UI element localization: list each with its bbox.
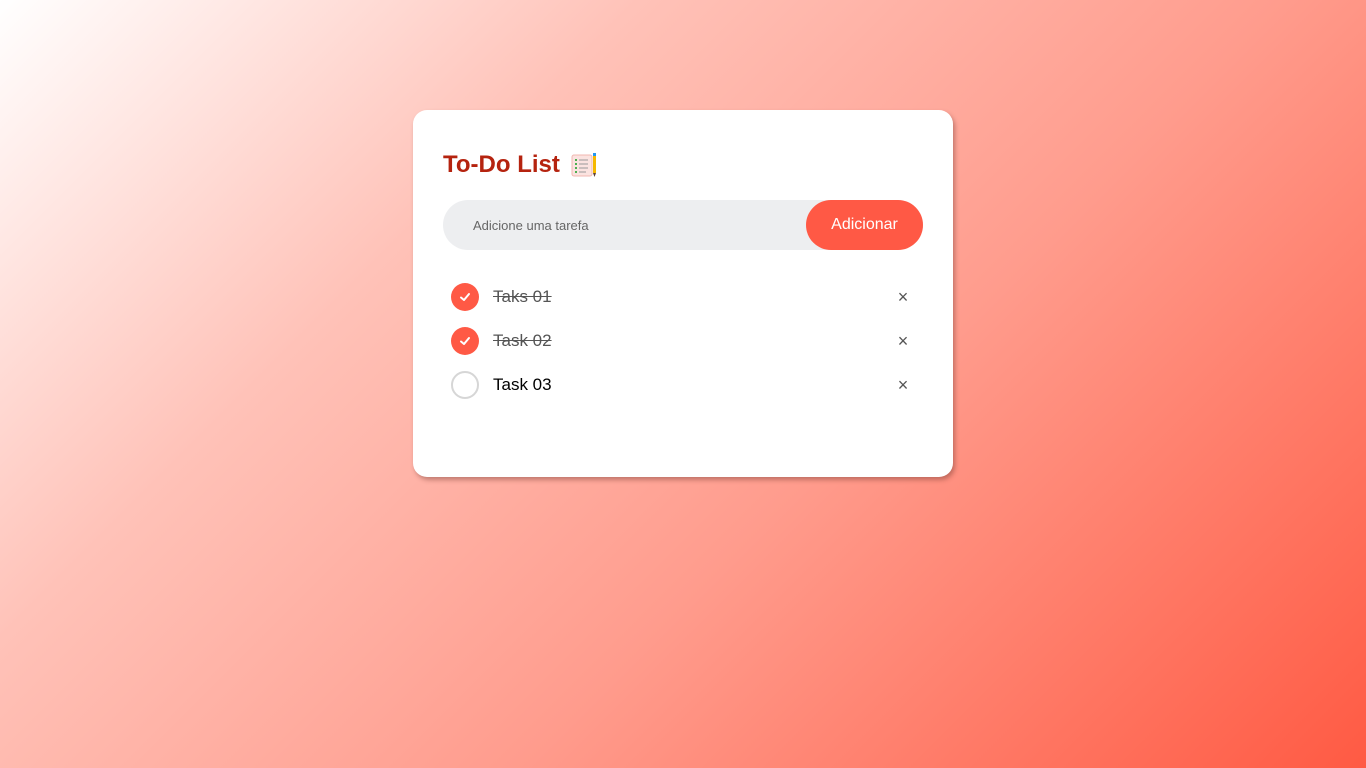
task-label: Taks 01 <box>493 287 552 306</box>
task-label: Task 03 <box>493 375 552 394</box>
task-label: Task 02 <box>493 331 552 350</box>
add-task-row: Adicionar <box>443 199 923 251</box>
task-list: Taks 01 × Task 02 × Task 03 × <box>443 275 923 407</box>
add-task-button[interactable]: Adicionar <box>806 200 923 250</box>
remove-task-button[interactable]: × <box>891 373 915 397</box>
page-title: To-Do List <box>443 151 560 178</box>
close-icon: × <box>897 286 909 307</box>
todo-card: To-Do List Adicionar <box>413 110 953 477</box>
checkbox-checked[interactable] <box>451 327 479 355</box>
close-icon: × <box>897 374 909 395</box>
check-icon <box>460 293 470 301</box>
check-icon <box>460 337 470 345</box>
close-icon: × <box>897 330 909 351</box>
task-item[interactable]: Taks 01 × <box>443 275 923 319</box>
checkbox-checked[interactable] <box>451 283 479 311</box>
notepad-icon <box>570 152 598 178</box>
task-item[interactable]: Task 03 × <box>443 363 923 407</box>
checkbox-unchecked[interactable] <box>451 371 479 399</box>
title-row: To-Do List <box>443 150 923 180</box>
remove-task-button[interactable]: × <box>891 329 915 353</box>
task-input[interactable] <box>443 199 806 251</box>
remove-task-button[interactable]: × <box>891 285 915 309</box>
task-item[interactable]: Task 02 × <box>443 319 923 363</box>
